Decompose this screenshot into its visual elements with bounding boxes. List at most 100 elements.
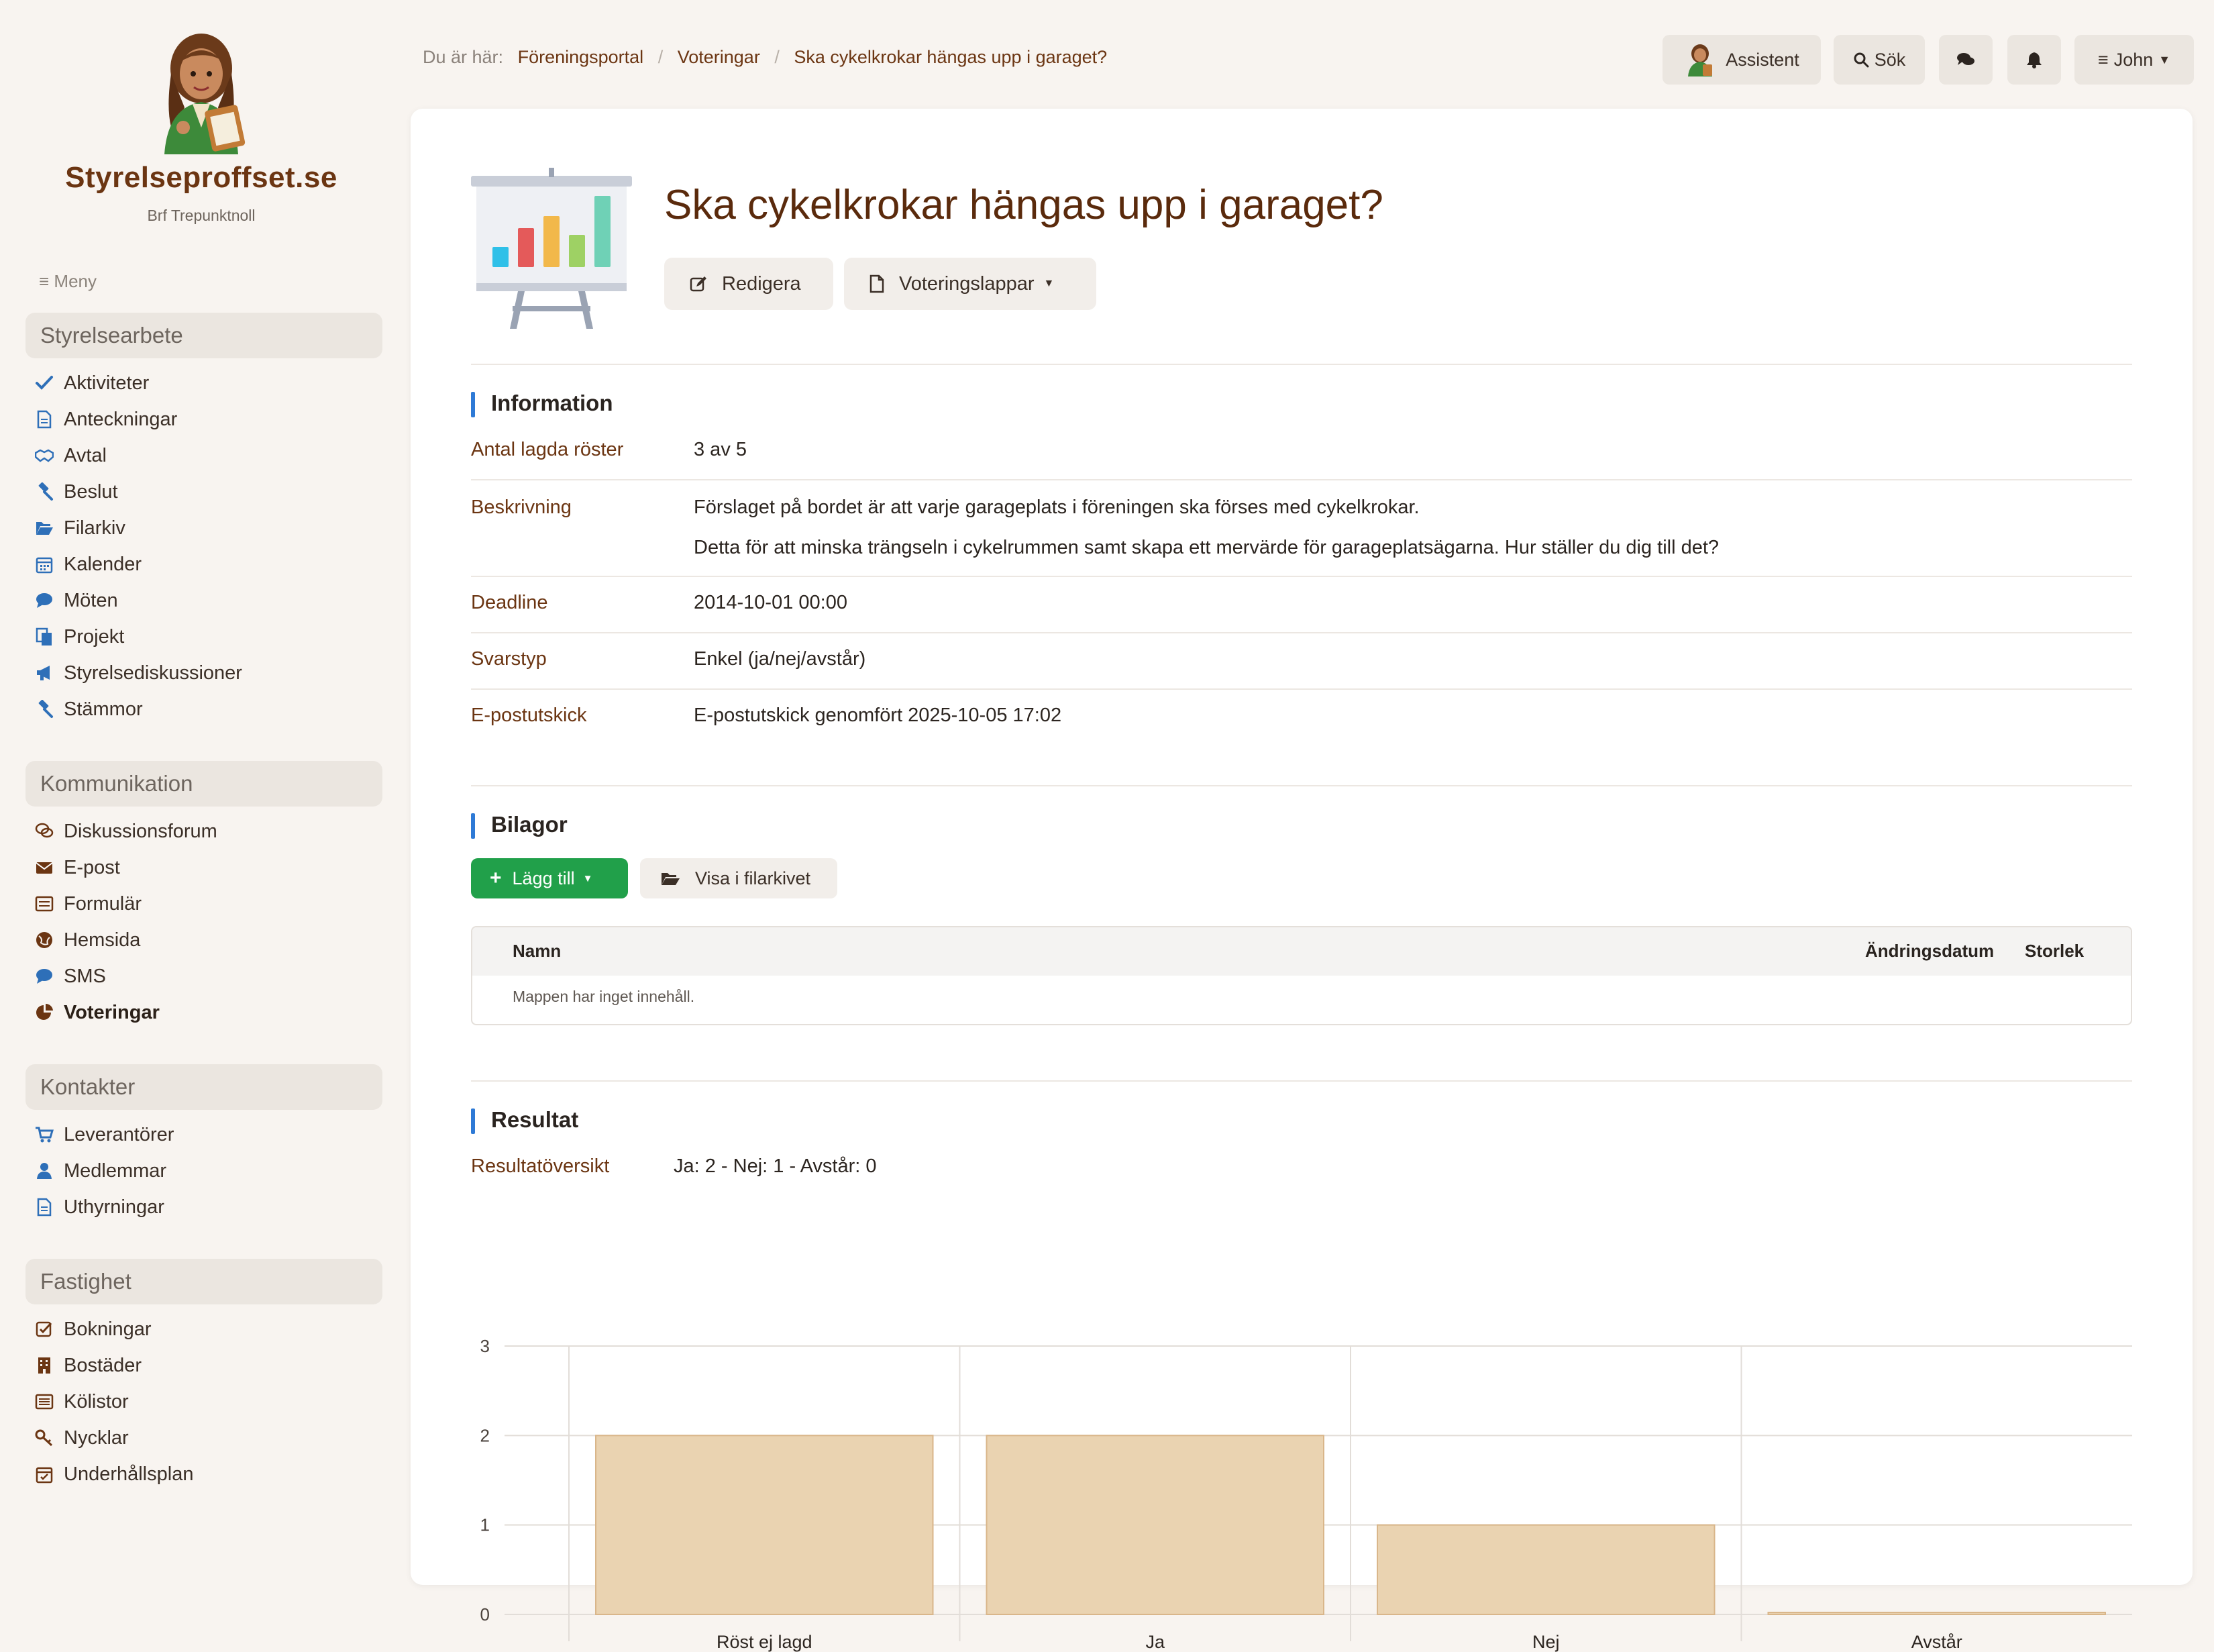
breadcrumb-item-current[interactable]: Ska cykelkrokar hängas upp i garaget? <box>794 47 1107 67</box>
sidebar-item-uthyrningar[interactable]: Uthyrningar <box>25 1189 382 1225</box>
association-name: Brf Trepunktnoll <box>147 207 256 224</box>
menu-label: Meny <box>54 271 97 291</box>
sidebar-item-sms[interactable]: SMS <box>25 958 382 994</box>
breadcrumb-item-votes[interactable]: Voteringar <box>678 47 760 67</box>
copy-icon <box>36 627 52 646</box>
sidebar-section-title[interactable]: Kommunikation <box>25 761 382 807</box>
checkbox-icon <box>36 1321 52 1337</box>
sidebar-item-bokningar[interactable]: Bokningar <box>25 1311 382 1347</box>
notifications-button[interactable] <box>2007 35 2061 85</box>
sidebar-item-label: Bostäder <box>64 1355 142 1376</box>
edit-button[interactable]: Redigera <box>664 258 833 310</box>
messages-button[interactable] <box>1939 35 1993 85</box>
sidebar-list: Aktiviteter Anteckningar Avtal Beslut Filark… <box>25 365 382 727</box>
caret-down-icon: ▼ <box>582 872 593 884</box>
info-value: 3 av 5 <box>694 439 747 460</box>
sidebar-item-projekt[interactable]: Projekt <box>25 619 382 655</box>
info-key: E-postutskick <box>471 705 587 726</box>
sidebar-item-möten[interactable]: Möten <box>25 582 382 619</box>
brand-name[interactable]: Styrelseproffset.se <box>0 161 403 195</box>
sidebar-section-title[interactable]: Styrelsearbete <box>25 313 382 358</box>
sidebar-item-kölistor[interactable]: Kölistor <box>25 1384 382 1420</box>
gavel-icon <box>38 482 53 501</box>
sidebar-item-label: Diskussionsforum <box>64 821 217 842</box>
sidebar-item-avtal[interactable]: Avtal <box>25 437 382 474</box>
sidebar-item-aktiviteter[interactable]: Aktiviteter <box>25 365 382 401</box>
files-table-header: Namn Ändringsdatum Storlek <box>472 927 2131 976</box>
results-summary-label: Resultatöversikt <box>471 1155 610 1177</box>
x-tick-label: Nej <box>1532 1632 1560 1652</box>
sidebar-item-anteckningar[interactable]: Anteckningar <box>25 401 382 437</box>
hamburger-icon: ≡ <box>39 271 50 291</box>
sidebar-item-bostäder[interactable]: Bostäder <box>25 1347 382 1384</box>
column-name[interactable]: Namn <box>513 941 561 962</box>
sidebar: Styrelseproffset.se Brf Trepunktnoll ≡ M… <box>0 0 403 1543</box>
sidebar-section-title[interactable]: Fastighet <box>25 1259 382 1304</box>
sidebar-item-voteringar[interactable]: Voteringar <box>25 994 382 1031</box>
information-heading: Information <box>471 391 613 417</box>
sidebar-item-label: Aktiviteter <box>64 372 150 394</box>
search-button[interactable]: Sök <box>1834 35 1925 85</box>
sidebar-item-underhållsplan[interactable]: Underhållsplan <box>25 1456 382 1492</box>
show-in-archive-label: Visa i filarkivet <box>695 868 811 888</box>
show-in-archive-button[interactable]: Visa i filarkivet <box>640 858 837 898</box>
breadcrumb-item-portal[interactable]: Föreningsportal <box>518 47 644 67</box>
info-row-description: Beskrivning Förslaget på bordet är att v… <box>471 479 2132 577</box>
info-row-email: E-postutskick E-postutskick genomfört 20… <box>471 688 2132 745</box>
sidebar-item-label: Möten <box>64 590 118 611</box>
x-tick-label: Röst ej lagd <box>717 1632 812 1652</box>
bar-röst-ej-lagd <box>595 1435 934 1615</box>
sidebar-item-nycklar[interactable]: Nycklar <box>25 1420 382 1456</box>
sidebar-item-medlemmar[interactable]: Medlemmar <box>25 1153 382 1189</box>
folder-open-icon <box>662 873 680 885</box>
megaphone-icon <box>37 666 50 680</box>
y-tick-label: 0 <box>480 1604 490 1624</box>
info-key: Beskrivning <box>471 497 572 518</box>
x-tick-label: Ja <box>1145 1632 1165 1652</box>
search-icon <box>1854 52 1869 68</box>
sidebar-item-label: Underhållsplan <box>64 1463 194 1485</box>
user-icon <box>37 1163 52 1179</box>
sidebar-item-stämmor[interactable]: Stämmor <box>25 691 382 727</box>
sidebar-section-title[interactable]: Kontakter <box>25 1064 382 1110</box>
sidebar-item-beslut[interactable]: Beslut <box>25 474 382 510</box>
document-icon <box>37 410 52 429</box>
speech-bubble-icon <box>36 969 52 984</box>
speech-bubble-icon <box>36 593 52 608</box>
ballots-label: Voteringslappar <box>899 272 1035 295</box>
add-attachment-button[interactable]: + Lägg till ▼ <box>471 858 628 898</box>
sidebar-item-diskussionsforum[interactable]: Diskussionsforum <box>25 813 382 849</box>
user-menu-button[interactable]: ≡ John ▼ <box>2074 35 2194 85</box>
sidebar-item-label: Beslut <box>64 481 118 503</box>
sidebar-list: Leverantörer Medlemmar Uthyrningar <box>25 1117 382 1225</box>
assistant-label: Assistent <box>1726 49 1799 70</box>
form-icon <box>35 896 54 912</box>
sidebar-item-styrelsediskussioner[interactable]: Styrelsediskussioner <box>25 655 382 691</box>
sidebar-item-leverantörer[interactable]: Leverantörer <box>25 1117 382 1153</box>
sidebar-item-label: E-post <box>64 857 120 878</box>
y-tick-label: 3 <box>480 1336 490 1356</box>
calendar-check-icon <box>36 1467 53 1484</box>
ballots-dropdown-button[interactable]: Voteringslappar ▼ <box>844 258 1096 310</box>
breadcrumb-prefix: Du är här: <box>423 47 504 67</box>
column-size[interactable]: Storlek <box>2025 941 2084 962</box>
sidebar-item-label: SMS <box>64 966 106 987</box>
document-icon <box>37 1198 52 1217</box>
handshake-icon <box>35 449 54 462</box>
sidebar-item-formulär[interactable]: Formulär <box>25 886 382 922</box>
assistant-button[interactable]: Assistent <box>1663 35 1821 85</box>
sidebar-section-fastighet: Fastighet Bokningar Bostäder Kölistor Nyckla… <box>25 1259 382 1492</box>
menu-toggle[interactable]: ≡ Meny <box>39 271 97 292</box>
column-modified[interactable]: Ändringsdatum <box>1865 941 1994 962</box>
sidebar-item-label: Stämmor <box>64 699 143 720</box>
sidebar-item-hemsida[interactable]: Hemsida <box>25 922 382 958</box>
bar-ja <box>986 1435 1324 1615</box>
comments-icon <box>1957 53 1974 65</box>
globe-icon <box>36 932 52 948</box>
info-key: Deadline <box>471 592 548 613</box>
sidebar-item-kalender[interactable]: Kalender <box>25 546 382 582</box>
sidebar-item-e-post[interactable]: E-post <box>25 849 382 886</box>
edit-icon <box>690 276 706 292</box>
sidebar-list: Diskussionsforum E-post Formulär Hemsida SMS… <box>25 813 382 1031</box>
sidebar-item-filarkiv[interactable]: Filarkiv <box>25 510 382 546</box>
